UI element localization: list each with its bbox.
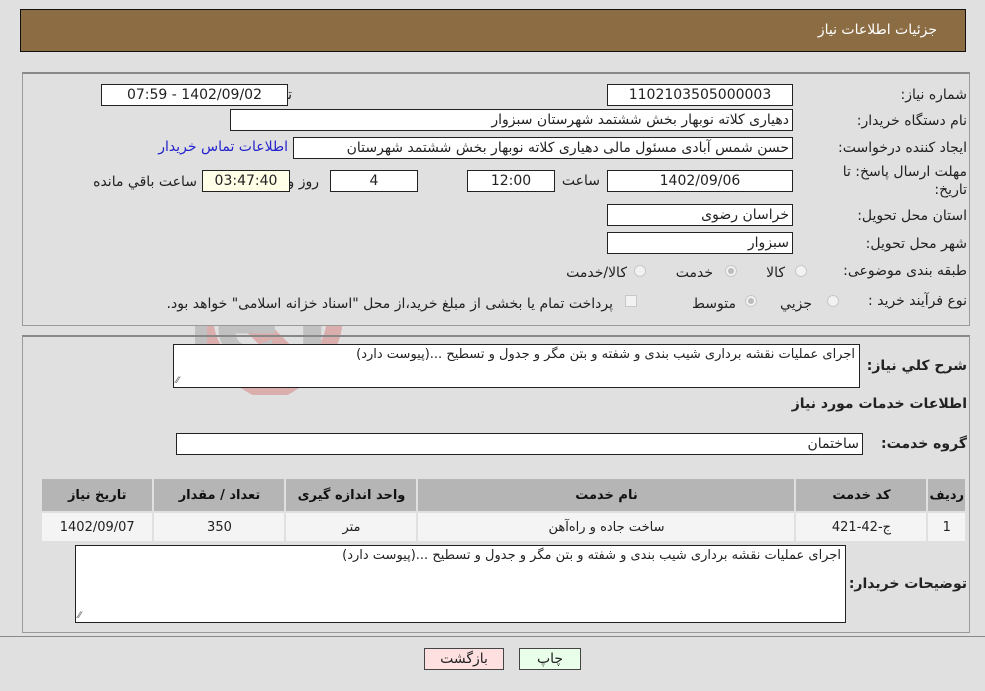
col-header-service-code: کد خدمت [794, 477, 929, 513]
deadline-label: مهلت ارسال پاسخ: تا [842, 164, 967, 180]
table-row: 1 ج-42-421 ساخت جاده و راه‌آهن متر 350 1… [39, 511, 967, 543]
col-header-service-name: نام خدمت [416, 477, 797, 513]
service-group-label: گروه خدمت: [881, 436, 967, 452]
process-option-minor: جزيي [780, 296, 812, 312]
resize-grip-icon[interactable]: ⁄⁄ [176, 376, 179, 386]
col-header-quantity: تعداد / مقدار [152, 477, 287, 513]
creator-label: ایجاد کننده درخواست: [838, 140, 967, 156]
days-remaining-field: 4 [330, 170, 418, 192]
category-option-goods: کالا [766, 265, 785, 281]
process-radio-medium[interactable] [745, 295, 757, 307]
buyer-notes-textarea[interactable]: اجرای عملیات نقشه برداری شیب بندی و شفته… [75, 545, 846, 623]
deadline-time-field: 12:00 [467, 170, 555, 192]
category-label: طبقه بندی موضوعی: [843, 263, 967, 279]
category-radio-goods[interactable] [795, 265, 807, 277]
creator-field: حسن شمس آبادی مسئول مالی دهیاری کلاته نو… [293, 137, 793, 159]
divider [0, 636, 985, 637]
need-number-label: شماره نیاز: [900, 87, 968, 103]
service-group-field: ساختمان [176, 433, 863, 455]
page-header: جزئیات اطلاعات نیاز [20, 9, 966, 52]
time-remaining-field: 03:47:40 [202, 170, 290, 192]
category-option-service: خدمت [675, 265, 713, 281]
province-field: خراسان رضوی [607, 204, 793, 226]
services-table: ردیف کد خدمت نام خدمت واحد اندازه گیری ت… [39, 477, 967, 543]
process-radio-minor[interactable] [827, 295, 839, 307]
city-label: شهر محل تحویل: [865, 236, 967, 252]
need-number-field: 1102103505000003 [607, 84, 793, 106]
buyer-contact-link[interactable]: اطلاعات تماس خریدار [158, 139, 288, 155]
back-button[interactable]: بازگشت [424, 648, 504, 670]
buyer-org-field: دهیاری کلاته نوبهار بخش ششتمد شهرستان سب… [230, 109, 793, 131]
buyer-notes-text: اجرای عملیات نقشه برداری شیب بندی و شفته… [342, 548, 841, 563]
category-radio-goods-service[interactable] [634, 265, 646, 277]
summary-textarea[interactable]: اجرای عملیات نقشه برداری شیب بندی و شفته… [173, 344, 860, 388]
summary-label: شرح کلي نياز: [866, 358, 967, 374]
table-header-row: ردیف کد خدمت نام خدمت واحد اندازه گیری ت… [39, 477, 967, 513]
cell-row-number: 1 [926, 511, 967, 543]
process-label: نوع فرآیند خرید : [868, 293, 967, 309]
page-title: جزئیات اطلاعات نیاز [817, 22, 937, 38]
category-option-goods-service: کالا/خدمت [566, 265, 627, 281]
treasury-note: پرداخت تمام یا بخشی از مبلغ خرید،از محل … [166, 296, 613, 312]
services-section-title: اطلاعات خدمات مورد نياز [791, 396, 967, 412]
city-field: سبزوار [607, 232, 793, 254]
summary-text: اجرای عملیات نقشه برداری شیب بندی و شفته… [356, 347, 855, 362]
print-button[interactable]: چاپ [519, 648, 581, 670]
days-label: روز و [287, 174, 320, 190]
announce-datetime-field: 1402/09/02 - 07:59 [101, 84, 288, 106]
cell-service-code: ج-42-421 [794, 511, 929, 543]
resize-grip-icon[interactable]: ⁄⁄ [78, 611, 81, 621]
cell-need-date: 1402/09/07 [39, 511, 155, 543]
deadline-time-label: ساعت [561, 173, 600, 189]
col-header-row-number: ردیف [926, 477, 967, 513]
province-label: استان محل تحویل: [857, 208, 967, 224]
deadline-label-date: تاریخ: [934, 182, 967, 198]
deadline-date-field: 1402/09/06 [607, 170, 793, 192]
buyer-notes-label: توضيحات خريدار: [848, 576, 967, 592]
buyer-org-label: نام دستگاه خریدار: [856, 113, 967, 129]
cell-service-name: ساخت جاده و راه‌آهن [416, 511, 797, 543]
category-radio-service[interactable] [725, 265, 737, 277]
time-remaining-label: ساعت باقي مانده [93, 174, 197, 190]
cell-unit: متر [284, 511, 419, 543]
col-header-unit: واحد اندازه گیری [284, 477, 419, 513]
treasury-checkbox[interactable] [625, 295, 637, 307]
col-header-need-date: تاریخ نیاز [39, 477, 155, 513]
process-option-medium: متوسط [692, 296, 736, 312]
cell-quantity: 350 [152, 511, 287, 543]
